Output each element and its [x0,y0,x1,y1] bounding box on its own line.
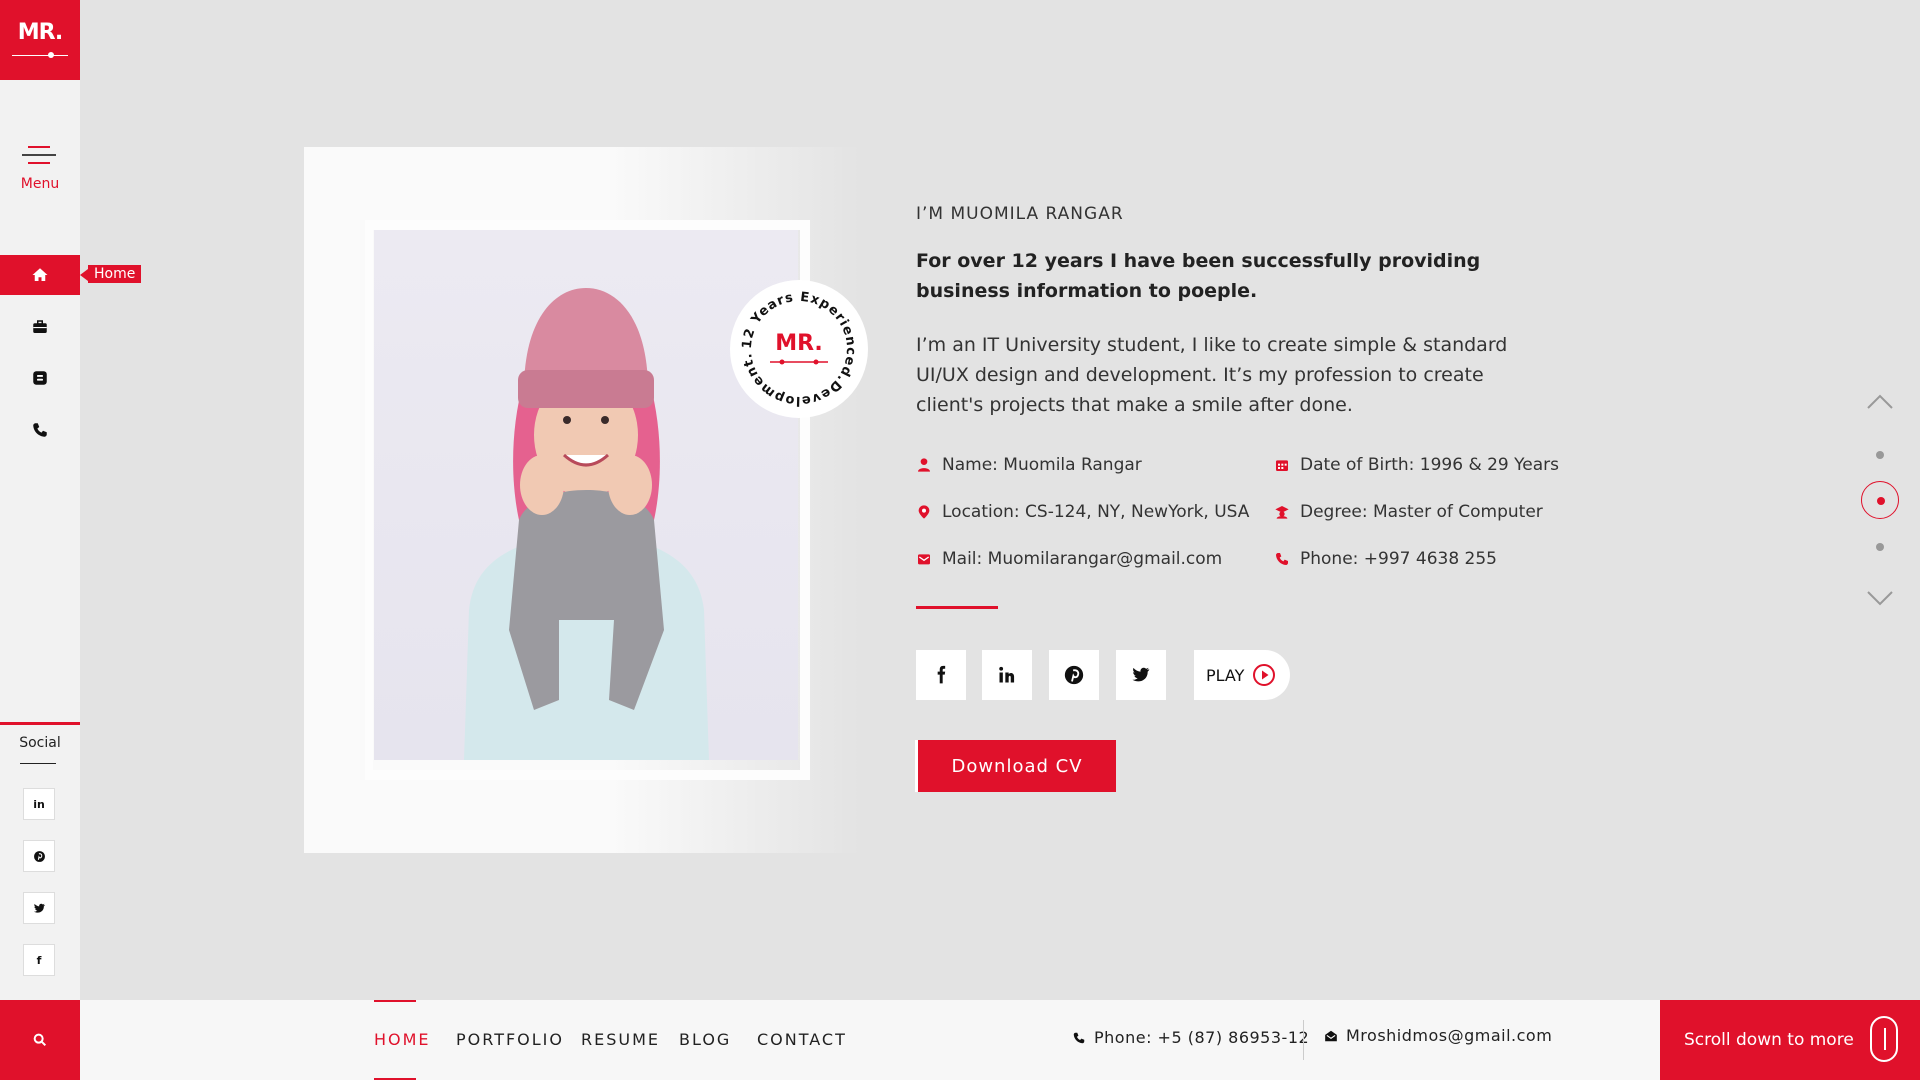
left-sidebar: MR. Menu Social in f [0,0,80,1080]
location-pin-icon [918,505,930,519]
play-icon [1253,664,1276,686]
info-phone: Phone: +997 4638 255 [1274,549,1497,569]
phone-icon [1276,553,1288,565]
pager-dot-1[interactable] [1876,451,1884,459]
description: I’m an IT University student, I like to … [916,334,1508,416]
footer-nav-contact[interactable]: CONTACT [757,1030,847,1049]
download-cv-button[interactable]: Download CV [918,740,1116,792]
home-tooltip: Home [79,265,142,283]
sidebar-item-home[interactable] [0,255,80,295]
pinterest-button[interactable] [1049,650,1099,700]
intro-label: I’M MUOMILA RANGAR [916,204,1124,224]
footer-nav-portfolio[interactable]: PORTFOLIO [456,1030,564,1049]
headline: For over 12 years I have been successful… [916,250,1481,302]
info-degree: Degree: Master of Computer [1274,502,1543,522]
facebook-button[interactable] [916,650,966,700]
phone-icon [33,423,47,437]
pinterest-icon [33,850,45,862]
menu-label: Menu [20,176,60,192]
user-icon [918,458,930,472]
experience-badge: 12 Years Experienced.Development. MR. [730,280,868,418]
scroll-label: Scroll down to more [1684,1030,1854,1050]
footer-phone[interactable]: Phone: +5 (87) 86953-12 [1072,1028,1309,1047]
mail-icon [1325,1030,1337,1041]
calendar-icon [1276,460,1288,471]
badge-logo: MR. [775,331,823,356]
footer-nav-home[interactable]: HOME [374,1030,431,1049]
search-button[interactable] [0,1000,80,1080]
linkedin-button[interactable] [982,650,1032,700]
search-icon [33,1033,47,1047]
social-label: Social [19,735,61,751]
pinterest-icon [1064,665,1084,685]
pager-dot-active[interactable] [1861,481,1899,519]
facebook-icon: f [36,953,42,967]
play-video-button[interactable]: PLAY [1194,650,1290,700]
graduate-icon [1275,506,1289,519]
footer-nav-resume[interactable]: RESUME [581,1030,660,1049]
blog-icon [33,371,47,385]
linkedin-icon: in [33,797,45,811]
info-location: Location: CS-124, NY, NewYork, USA [916,502,1249,522]
mouse-icon [1870,1016,1898,1062]
site-logo[interactable]: MR. [0,0,80,80]
sidebar-item-blog[interactable] [0,358,80,398]
sidebar-item-contact[interactable] [0,410,80,450]
twitter-icon [33,903,45,913]
home-icon [32,268,48,281]
linkedin-icon [999,666,1015,683]
pager-dot-3[interactable] [1876,543,1884,551]
sidebar-item-portfolio[interactable] [0,307,80,347]
chevron-up-icon[interactable] [1866,392,1894,412]
info-mail: Mail: Muomilarangar@gmail.com [916,549,1222,569]
info-dob: Date of Birth: 1996 & 29 Years [1274,455,1559,475]
info-name: Name: Muomila Rangar [916,455,1142,475]
footer-nav-blog[interactable]: BLOG [679,1030,731,1049]
scroll-down-button[interactable]: Scroll down to more [1660,1000,1920,1080]
sidebar-facebook-button[interactable]: f [23,944,55,976]
sidebar-pinterest-button[interactable] [23,840,55,872]
twitter-icon [1132,667,1150,682]
footer-email[interactable]: Mroshidmos@gmail.com [1324,1026,1552,1045]
briefcase-icon [33,320,47,333]
menu-button[interactable]: Menu [0,140,80,200]
chevron-down-icon[interactable] [1866,588,1894,608]
facebook-icon [937,665,946,684]
divider [916,606,998,609]
play-label: PLAY [1206,665,1245,685]
phone-icon [1073,1032,1085,1043]
sidebar-linkedin-button[interactable]: in [23,788,55,820]
mail-icon [918,554,930,565]
sidebar-twitter-button[interactable] [23,892,55,924]
logo-text: MR. [17,20,64,45]
twitter-button[interactable] [1116,650,1166,700]
